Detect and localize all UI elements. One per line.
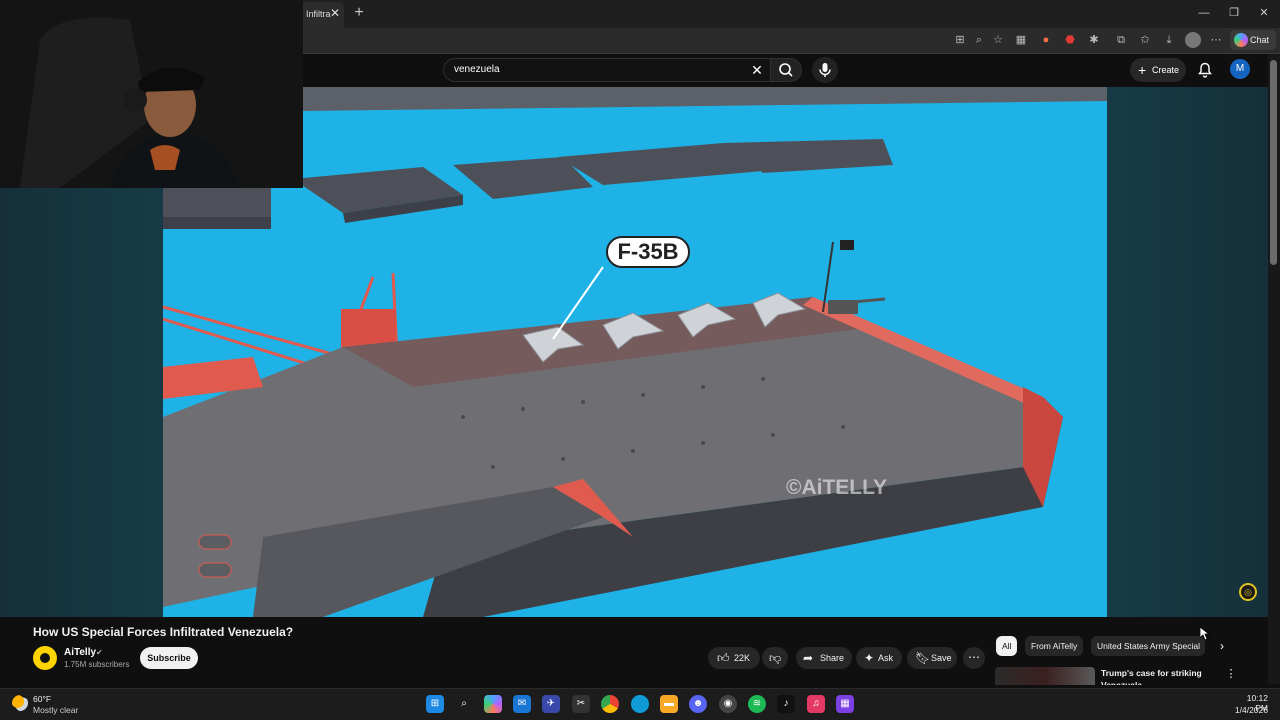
copilot-chat-button[interactable]: Chat <box>1230 30 1276 50</box>
create-button[interactable]: + Create <box>1130 58 1186 82</box>
copilot-app-icon[interactable] <box>484 695 502 713</box>
webcam-person-image <box>0 0 303 188</box>
verified-badge-icon: ✔ <box>96 648 103 657</box>
taskbar-search-icon[interactable]: ⌕ <box>455 695 473 713</box>
chat-label: Chat <box>1250 35 1270 45</box>
chevron-right-icon[interactable]: › <box>1214 638 1230 654</box>
discord-app-icon[interactable]: ☻ <box>689 695 707 713</box>
restore-button[interactable]: ❐ <box>1222 4 1246 22</box>
spotify-app-icon[interactable]: ≋ <box>748 695 766 713</box>
plus-icon: + <box>1138 62 1147 78</box>
zoom-icon[interactable]: ⌕ <box>971 32 987 48</box>
subscriber-count: 1.75M subscribers <box>64 660 130 669</box>
favorites-icon[interactable]: ✩ <box>1137 32 1153 48</box>
chip-from-channel[interactable]: From AiTelly <box>1025 636 1084 656</box>
weather-partly-cloudy-icon[interactable] <box>12 695 28 711</box>
tab-title: Infiltra <box>306 9 331 19</box>
ask-label: Ask <box>878 653 894 663</box>
favorite-star-icon[interactable]: ☆ <box>990 32 1006 48</box>
extension-fox-icon[interactable]: ● <box>1038 32 1054 48</box>
taskbar-clock-date[interactable]: 1/4/2026 <box>1230 705 1268 715</box>
like-button[interactable]: 👍︎ 22K <box>708 647 760 669</box>
app-available-icon[interactable]: ⊞ <box>952 32 968 48</box>
windows-start-icon[interactable]: ⊞ <box>426 695 444 713</box>
create-label: Create <box>1152 65 1180 75</box>
thumbs-down-icon: 👎︎ <box>769 651 782 665</box>
search-button[interactable] <box>770 58 802 82</box>
downloads-icon[interactable]: ⤓ <box>1161 32 1177 48</box>
video-watermark: ©AiTELLY <box>786 476 888 499</box>
chrome-app-icon[interactable] <box>601 695 619 713</box>
video-frame[interactable]: F-35B ©AiTELLY <box>163 87 1107 617</box>
calculator-app-icon[interactable]: ▦ <box>836 695 854 713</box>
microphone-icon <box>819 63 831 77</box>
like-count: 22K <box>734 653 751 663</box>
bluesky-app-icon[interactable]: ✈ <box>542 695 560 713</box>
subscribe-button[interactable]: Subscribe <box>140 647 198 669</box>
close-window-button[interactable]: ✕ <box>1252 4 1276 22</box>
mail-app-icon[interactable]: ✉ <box>513 695 531 713</box>
share-label: Share <box>820 653 845 663</box>
extensions-puzzle-icon[interactable]: ✱ <box>1086 32 1102 48</box>
scrollbar-thumb[interactable] <box>1270 60 1277 265</box>
search-icon <box>779 63 793 77</box>
channel-name[interactable]: AiTelly <box>64 647 96 658</box>
thumbs-up-icon: 👍︎ <box>717 651 730 665</box>
share-button[interactable]: ➦ Share <box>796 647 852 669</box>
voice-search-button[interactable] <box>812 57 838 83</box>
account-avatar[interactable]: M <box>1230 59 1250 79</box>
profile-icon[interactable] <box>1185 32 1201 48</box>
notifications-bell-icon[interactable] <box>1196 61 1214 79</box>
more-actions-button[interactable]: ⋯ <box>963 647 985 669</box>
share-arrow-icon: ➦ <box>803 651 814 665</box>
tiktok-app-icon[interactable]: ♪ <box>777 695 795 713</box>
obs-app-icon[interactable]: ◉ <box>719 695 737 713</box>
recommended-video-menu-icon[interactable]: ⋮ <box>1225 667 1237 681</box>
channel-logo-icon <box>38 651 52 665</box>
bookmark-icon: 🔖︎ <box>915 651 931 665</box>
aircraft-callout-label: F-35B <box>606 236 690 268</box>
weather-temperature[interactable]: 60°F <box>33 694 51 704</box>
extension-icon[interactable]: ▦ <box>1013 32 1029 48</box>
chip-topic[interactable]: United States Army Special <box>1091 636 1205 656</box>
chip-all[interactable]: All <box>996 636 1018 656</box>
tab-close-button[interactable]: ✕ <box>328 4 342 22</box>
aircraft-carrier-scene <box>163 87 1107 617</box>
ask-button[interactable]: ✦ Ask <box>856 647 902 669</box>
video-title: How US Special Forces Infiltrated Venezu… <box>33 625 294 639</box>
clear-search-button[interactable]: ✕ <box>748 61 766 79</box>
minimize-button[interactable]: — <box>1192 4 1216 22</box>
split-screen-icon[interactable]: ⧉ <box>1113 32 1129 48</box>
save-label: Save <box>931 653 952 663</box>
save-button[interactable]: 🔖︎ Save <box>907 647 957 669</box>
weather-description[interactable]: Mostly clear <box>33 705 78 715</box>
mouse-cursor-icon <box>1200 627 1210 641</box>
file-explorer-icon[interactable]: ▬ <box>660 695 678 713</box>
sparkle-icon: ✦ <box>864 651 875 665</box>
dislike-button[interactable]: 👎︎ <box>762 647 788 669</box>
search-query-text: venezuela <box>454 64 500 75</box>
recommended-video-title[interactable]: Trump's case for striking Venezuela <box>1101 667 1221 685</box>
copilot-icon <box>1234 33 1248 47</box>
new-tab-button[interactable]: + <box>350 4 368 22</box>
edge-app-icon[interactable] <box>631 695 649 713</box>
settings-more-icon[interactable]: ⋯ <box>1208 32 1224 48</box>
recommended-video-thumbnail[interactable] <box>995 667 1095 685</box>
extension-red-icon[interactable]: ⬣ <box>1062 32 1078 48</box>
streamer-webcam-overlay <box>0 0 303 188</box>
capcut-app-icon[interactable]: ✂ <box>572 695 590 713</box>
tiktok-studio-app-icon[interactable]: ♫ <box>807 695 825 713</box>
channel-watermark-badge[interactable]: ◎ <box>1239 583 1257 601</box>
